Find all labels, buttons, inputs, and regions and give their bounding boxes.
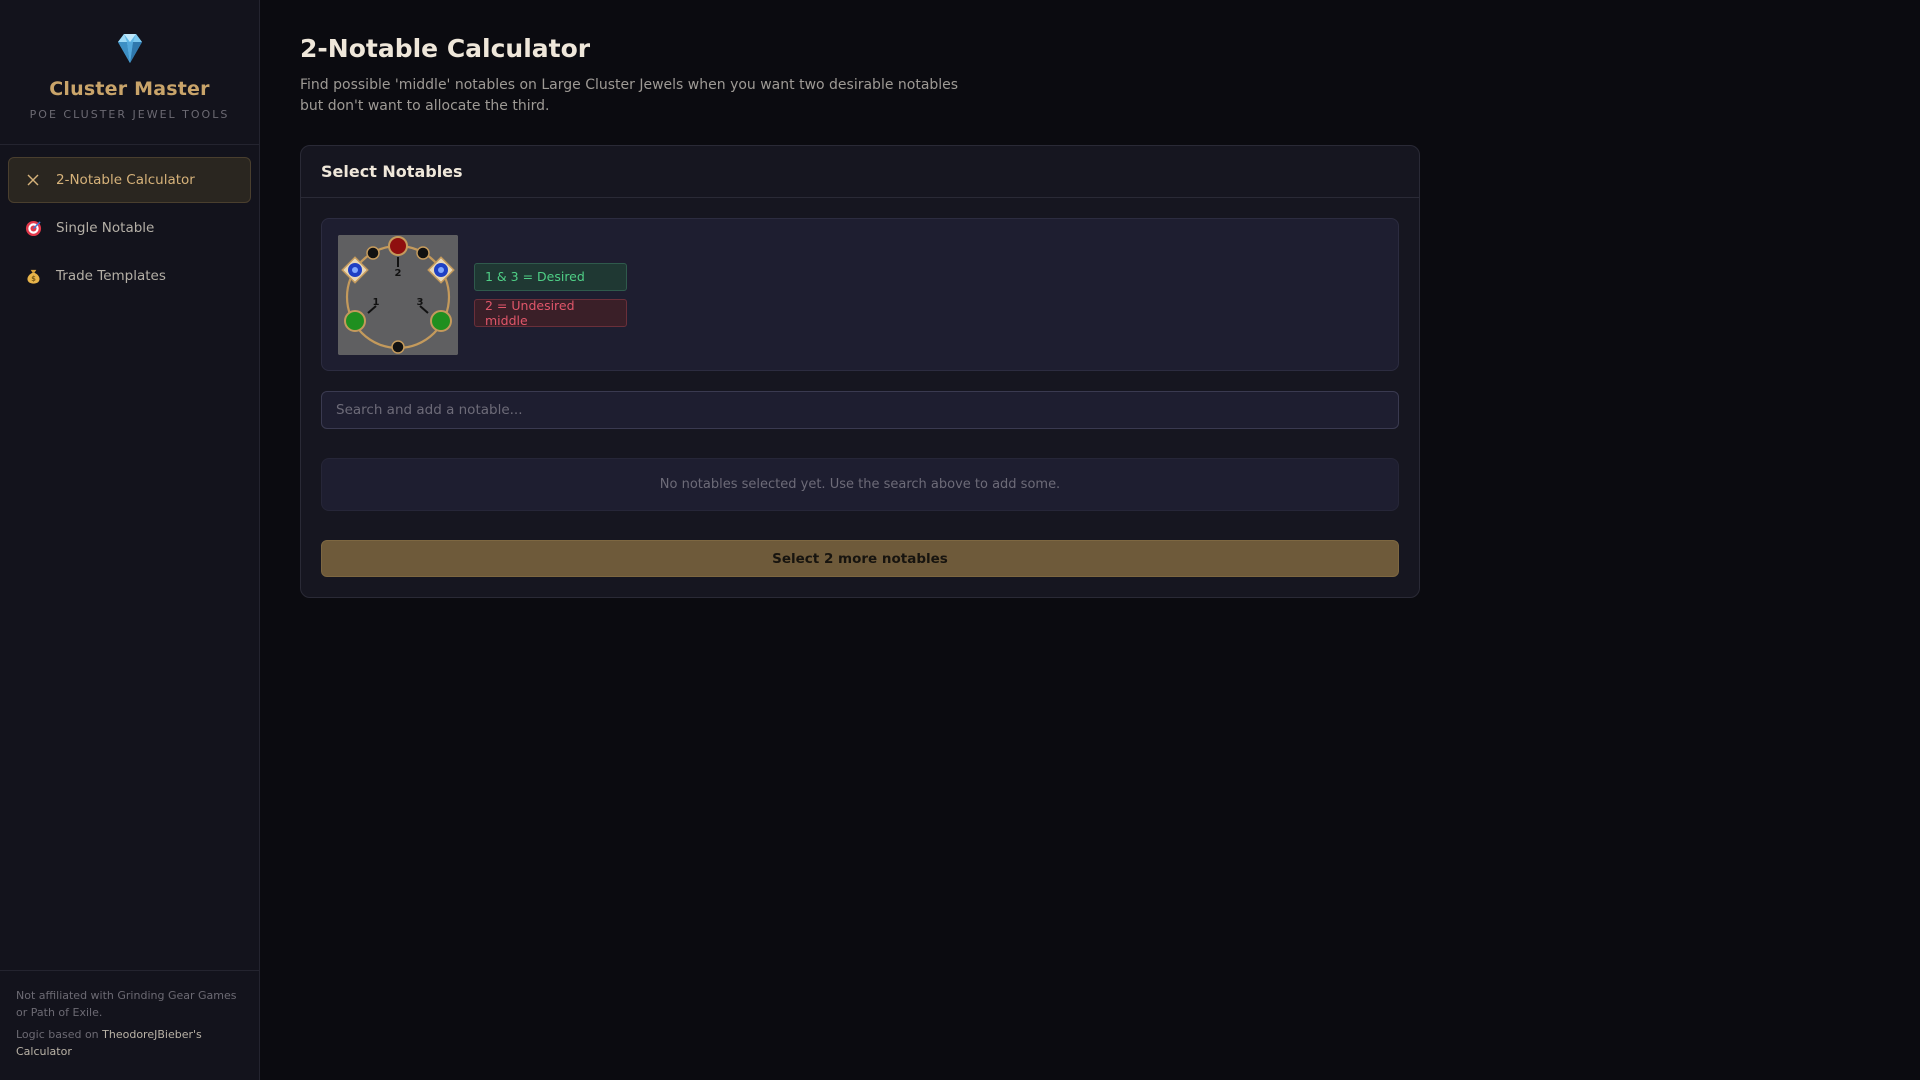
page-description: Find possible 'middle' notables on Large… [300,77,959,114]
credit-prefix: Logic based on [16,1028,103,1041]
select-more-notables-button[interactable]: Select 2 more notables [321,540,1399,577]
money-bag-icon: $ [24,267,42,285]
credit-text: Logic based on TheodoreJBieber's Calcula… [16,1026,243,1060]
diagram-label-2: 2 [395,268,402,279]
empty-selection-message: No notables selected yet. Use the search… [321,458,1399,511]
sidebar-item-label: 2-Notable Calculator [56,172,195,188]
cluster-jewel-diagram: 2 1 3 [338,234,458,355]
crossed-swords-icon [24,171,42,189]
brand-subtitle: POE CLUSTER JEWEL TOOLS [29,108,230,121]
sidebar-item-2-notable-calculator[interactable]: 2-Notable Calculator [8,157,251,203]
sidebar-nav: 2-Notable Calculator Single Notable $ Tr… [0,145,259,311]
sidebar-item-single-notable[interactable]: Single Notable [8,205,251,251]
sidebar-item-trade-templates[interactable]: $ Trade Templates [8,253,251,299]
disclaimer-text: Not affiliated with Grinding Gear Games … [16,989,237,1019]
svg-text:$: $ [31,275,36,283]
page-title: 2-Notable Calculator [300,34,591,63]
diagram-box: 2 1 3 1 & 3 = Desired 2 = Undesired midd… [321,218,1399,371]
undesired-legend-tag: 2 = Undesired middle [474,298,627,328]
main-content: 2-Notable Calculator Find possible 'midd… [260,0,1920,1080]
card-body: 2 1 3 1 & 3 = Desired 2 = Undesired midd… [301,198,1419,597]
target-icon [24,219,42,237]
sidebar-item-label: Trade Templates [56,268,166,284]
brand-title: Cluster Master [49,78,210,100]
diagram-label-3: 3 [417,297,424,308]
sidebar-footer: Not affiliated with Grinding Gear Games … [0,970,259,1080]
diagram-label-1: 1 [373,297,380,308]
select-notables-card: Select Notables 2 1 3 1 & 3 = Desired 2 … [300,145,1420,598]
brand: Cluster Master POE CLUSTER JEWEL TOOLS [0,0,259,145]
gem-icon [117,34,142,63]
notable-search-input[interactable] [321,391,1399,429]
sidebar-item-label: Single Notable [56,220,155,236]
diagram-legend: 1 & 3 = Desired 2 = Undesired middle [474,262,627,328]
card-title: Select Notables [301,146,1419,198]
desired-legend-tag: 1 & 3 = Desired [474,262,627,291]
app: Cluster Master POE CLUSTER JEWEL TOOLS 2… [0,0,1920,1080]
sidebar: Cluster Master POE CLUSTER JEWEL TOOLS 2… [0,0,260,1080]
